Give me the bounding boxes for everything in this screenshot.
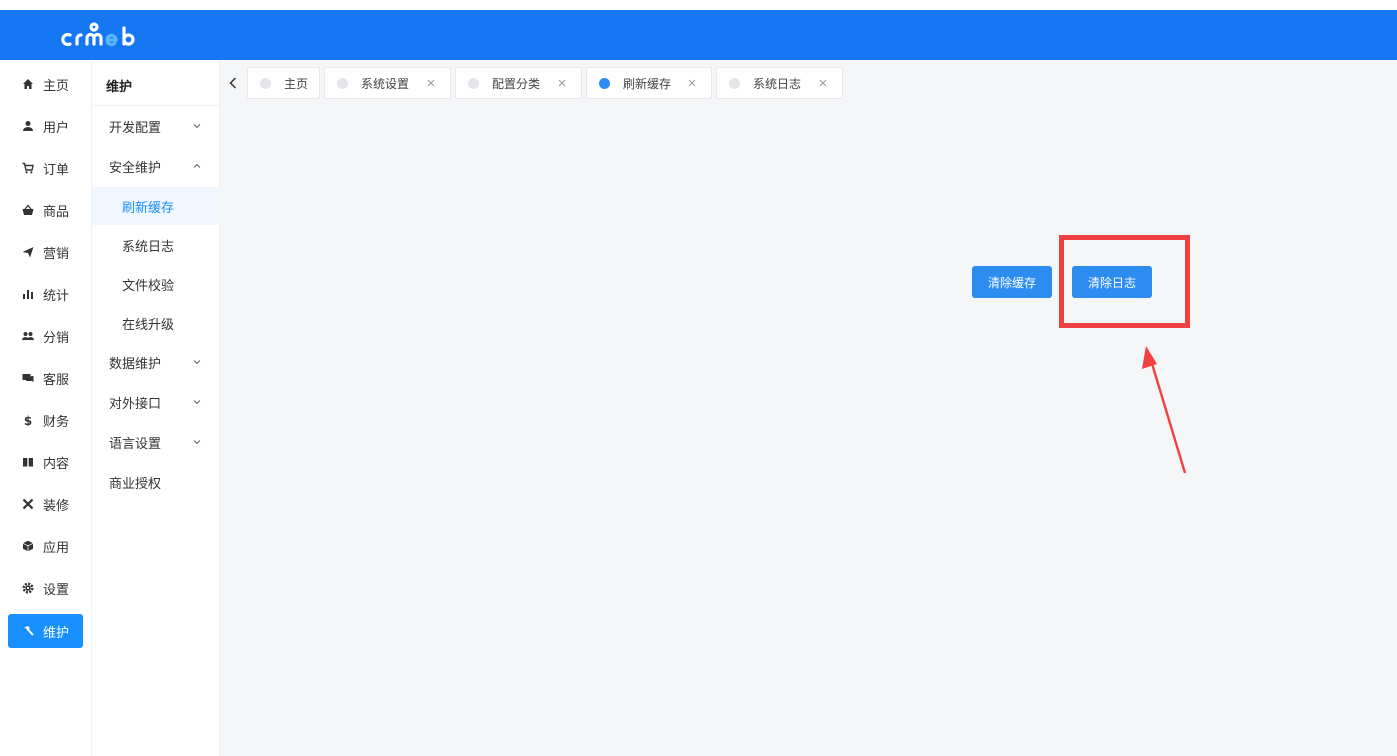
tab-label: 刷新缓存 (623, 76, 672, 91)
sidebar-item-label: 营销 (43, 246, 70, 262)
book-icon (22, 456, 34, 468)
submenu-commercial-license[interactable]: 商业授权 (92, 463, 220, 501)
annotation-arrow (1142, 346, 1187, 474)
sidebar-item-label: 维护 (43, 625, 70, 641)
tab-status-dot (468, 77, 479, 89)
sidebar-item-label: 主页 (43, 78, 70, 94)
submenu-item-label: 商业授权 (109, 476, 162, 492)
tab-status-dot (729, 77, 740, 89)
sidebar-item-apps[interactable]: 应用 (8, 529, 83, 563)
cart-icon (22, 162, 34, 174)
dollar-icon: $ (22, 414, 34, 426)
close-icon[interactable] (818, 78, 828, 88)
sidebar-item-finance[interactable]: $ 财务 (8, 403, 83, 437)
tab-system-log[interactable]: 系统日志 (716, 67, 843, 99)
sidebar-item-maintenance[interactable]: 维护 (8, 614, 83, 648)
chevron-down-icon (193, 400, 201, 405)
sidebar-item-label: 分销 (43, 330, 70, 346)
submenu-item-label: 安全维护 (109, 160, 162, 176)
submenu-item-label: 文件校验 (122, 278, 175, 294)
sidebar-item-distribution[interactable]: 分销 (8, 319, 83, 353)
submenu-title: 维护 (92, 60, 220, 106)
chevron-left-icon[interactable] (228, 76, 238, 90)
annotation-highlight-box (1059, 235, 1190, 328)
svg-text:$: $ (24, 414, 32, 426)
main-content: 主页 系统设置 配置分类 刷新缓存 系统日志 清除缓存 清除日志 (220, 60, 1397, 756)
sidebar-item-label: 设置 (43, 582, 70, 598)
tab-config-category[interactable]: 配置分类 (455, 67, 582, 99)
submenu-item-label: 刷新缓存 (122, 200, 175, 216)
sidebar-item-service[interactable]: 客服 (8, 361, 83, 395)
tab-home[interactable]: 主页 (247, 67, 320, 99)
sidebar-item-user[interactable]: 用户 (8, 109, 83, 143)
submenu-security[interactable]: 安全维护 (92, 147, 220, 185)
sidebar-item-statistics[interactable]: 统计 (8, 277, 83, 311)
sidebar-item-label: 财务 (43, 414, 70, 430)
sidebar-item-home[interactable]: 主页 (8, 67, 83, 101)
sidebar-item-label: 装修 (43, 498, 70, 514)
submenu-data-maintenance[interactable]: 数据维护 (92, 343, 220, 381)
cube-icon (22, 540, 34, 552)
hammer-icon (22, 625, 34, 637)
close-icon[interactable] (687, 78, 697, 88)
submenu-item-label: 对外接口 (109, 396, 162, 412)
submenu-dev-config[interactable]: 开发配置 (92, 107, 220, 145)
sidebar-item-order[interactable]: 订单 (8, 151, 83, 185)
home-icon (22, 78, 34, 90)
gear-icon (22, 582, 34, 594)
secondary-menu: 维护 开发配置 安全维护 刷新缓存 系统日志 文件校验 在线升级 数据维护 对外… (92, 60, 220, 756)
submenu-item-label: 开发配置 (109, 120, 162, 136)
chevron-down-icon (193, 124, 201, 129)
submenu-file-check[interactable]: 文件校验 (92, 265, 220, 303)
user-icon (22, 120, 34, 132)
tab-status-dot (599, 77, 610, 89)
window-top-strip (0, 0, 1397, 10)
tools-icon (22, 498, 34, 510)
sidebar-item-label: 商品 (43, 204, 70, 220)
basket-icon (22, 204, 34, 216)
submenu-item-label: 系统日志 (122, 239, 175, 255)
sidebar-item-label: 应用 (43, 540, 70, 556)
tab-label: 配置分类 (492, 76, 541, 91)
chevron-down-icon (193, 360, 201, 365)
chevron-up-icon (193, 163, 201, 168)
submenu-online-upgrade[interactable]: 在线升级 (92, 304, 220, 342)
tab-system-settings[interactable]: 系统设置 (324, 67, 451, 99)
tab-label: 主页 (284, 76, 309, 91)
sidebar-item-decoration[interactable]: 装修 (8, 487, 83, 521)
tab-refresh-cache[interactable]: 刷新缓存 (586, 67, 712, 99)
submenu-external-api[interactable]: 对外接口 (92, 383, 220, 421)
sidebar-item-content[interactable]: 内容 (8, 445, 83, 479)
tab-status-dot (260, 77, 271, 89)
close-icon[interactable] (557, 78, 567, 88)
clear-cache-button[interactable]: 清除缓存 (972, 266, 1052, 298)
group-icon (22, 330, 34, 342)
top-header (0, 10, 1397, 60)
sidebar-item-label: 用户 (43, 120, 70, 136)
sidebar-item-product[interactable]: 商品 (8, 193, 83, 227)
chevron-down-icon (193, 440, 201, 445)
submenu-refresh-cache[interactable]: 刷新缓存 (92, 187, 220, 225)
main-sidebar: 主页 用户 订单 商品 营销 统计 分销 客服 $ 财务 内容 装修 应用 设置… (0, 60, 92, 756)
submenu-item-label: 数据维护 (109, 356, 162, 372)
chat-icon (22, 372, 34, 384)
sidebar-item-label: 订单 (43, 162, 70, 178)
send-icon (22, 246, 34, 258)
bar-chart-icon (22, 288, 34, 300)
sidebar-item-label: 内容 (43, 456, 70, 472)
sidebar-item-settings[interactable]: 设置 (8, 571, 83, 605)
sidebar-item-label: 客服 (43, 372, 70, 388)
crmeb-logo[interactable] (60, 18, 150, 52)
submenu-system-log[interactable]: 系统日志 (92, 226, 220, 264)
tab-status-dot (337, 77, 348, 89)
sidebar-item-marketing[interactable]: 营销 (8, 235, 83, 269)
sidebar-item-label: 统计 (43, 288, 70, 304)
tab-label: 系统设置 (361, 76, 410, 91)
submenu-item-label: 语言设置 (109, 436, 162, 452)
submenu-item-label: 在线升级 (122, 317, 175, 333)
close-icon[interactable] (426, 78, 436, 88)
tab-label: 系统日志 (753, 76, 802, 91)
submenu-language[interactable]: 语言设置 (92, 423, 220, 461)
